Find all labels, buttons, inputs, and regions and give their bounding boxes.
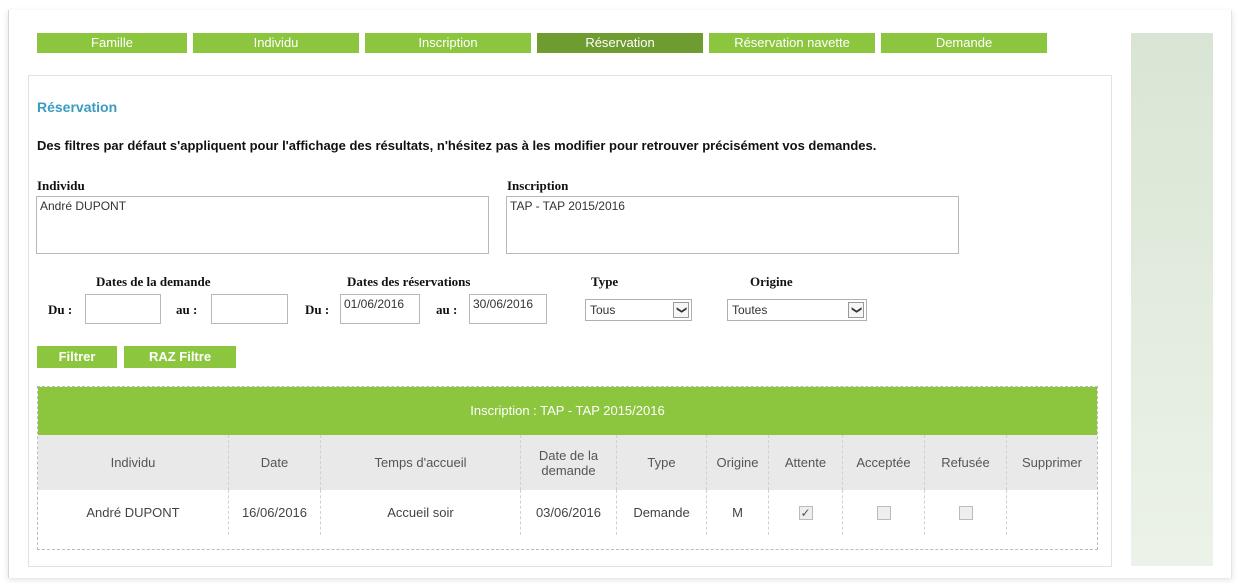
col-supprimer: Supprimer [1022,455,1082,470]
col-date: Date [229,435,321,490]
intro-text: Des filtres par défaut s'appliquent pour… [37,138,877,153]
filtrer-button[interactable]: Filtrer [37,346,117,368]
cell-attente: ✓ [769,490,843,535]
col-acceptee: Acceptée [843,435,925,490]
side-panel [1131,33,1213,566]
inscription-field[interactable]: TAP - TAP 2015/2016 [506,196,959,254]
cell-date-demande: 03/06/2016 [521,490,617,535]
demande-du-label: Du : [48,302,73,317]
tab-reservation-navette[interactable]: Réservation navette [709,33,875,53]
cell-acceptee [843,490,925,535]
raz-filtre-button[interactable]: RAZ Filtre [124,346,236,368]
inscription-label: Inscription [507,178,569,193]
tab-reservation[interactable]: Réservation [537,33,703,53]
demande-au-input[interactable] [211,294,288,324]
chevron-down-icon: ❯ [673,302,689,318]
tab-demande[interactable]: Demande [881,33,1047,53]
results-table: Inscription : TAP - TAP 2015/2016 Indivi… [37,386,1098,550]
cell-origine: M [707,490,769,535]
reservation-au-label: au : [436,302,458,317]
col-individu: Individu [38,435,229,490]
col-temps-accueil: Temps d'accueil [321,435,521,490]
dates-demande-label: Dates de la demande [96,274,211,289]
individu-field[interactable]: André DUPONT [36,196,489,254]
chevron-down-icon: ❯ [848,302,864,318]
origine-select[interactable]: Toutes ❯ [727,299,867,321]
table-header-row: Individu Date Temps d'accueil Date de la… [38,435,1097,490]
cell-temps-accueil: Accueil soir [321,490,521,535]
type-label: Type [591,274,619,289]
cell-type: Demande [617,490,707,535]
demande-au-label: au : [176,302,198,317]
refusee-checkbox[interactable] [958,505,973,520]
type-select-value: Tous [590,303,616,317]
origine-label: Origine [750,274,793,289]
reservation-du-label: Du : [305,302,330,317]
dates-reservations-label: Dates des réservations [347,274,471,289]
tab-famille[interactable]: Famille [37,33,187,53]
demande-du-input[interactable] [85,294,161,324]
tab-individu[interactable]: Individu [193,33,359,53]
attente-checkbox[interactable]: ✓ [798,505,813,520]
table-group-title: Inscription : TAP - TAP 2015/2016 [38,387,1097,435]
cell-supprimer [1007,490,1097,535]
reservation-au-input[interactable]: 30/06/2016 [469,294,547,324]
cell-refusee [925,490,1007,535]
section-title: Réservation [37,99,118,115]
cell-date: 16/06/2016 [229,490,321,535]
cell-individu: André DUPONT [38,490,229,535]
col-date-demande: Date de la demande [521,435,617,490]
table-row: André DUPONT 16/06/2016 Accueil soir 03/… [38,490,1097,535]
col-type: Type [617,435,707,490]
reservation-du-input[interactable]: 01/06/2016 [340,294,420,324]
col-refusee: Refusée [925,435,1007,490]
individu-label: Individu [37,178,85,193]
type-select[interactable]: Tous ❯ [585,299,692,321]
main-tabs: Famille Individu Inscription Réservation… [37,33,1047,53]
tab-inscription[interactable]: Inscription [365,33,531,53]
acceptee-checkbox[interactable] [876,505,891,520]
col-origine: Origine [707,435,769,490]
origine-select-value: Toutes [732,303,768,317]
col-attente: Attente [769,435,843,490]
